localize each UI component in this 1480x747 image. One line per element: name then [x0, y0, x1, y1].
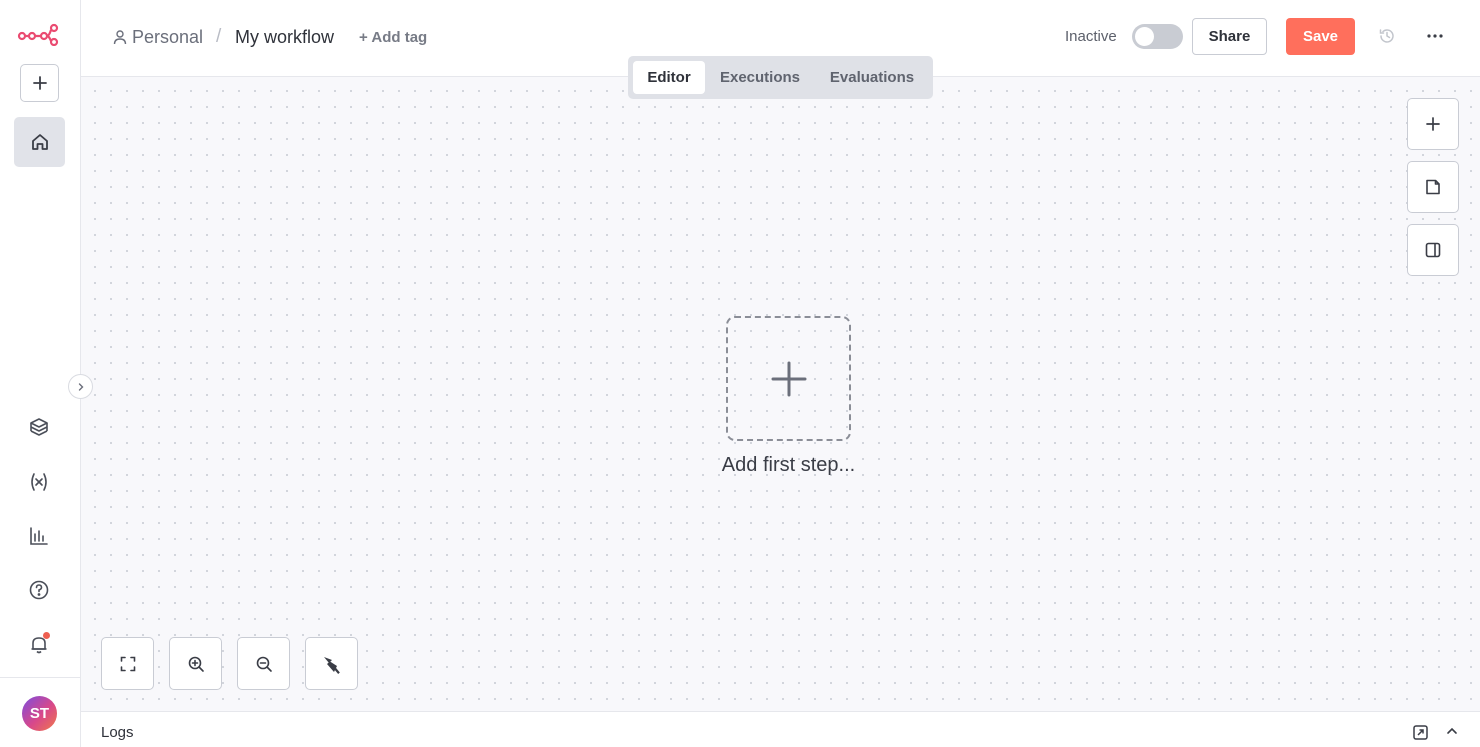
- toggle-side-panel-button[interactable]: [1407, 224, 1459, 276]
- open-nodes-panel-button[interactable]: [1407, 98, 1459, 150]
- save-button[interactable]: Save: [1286, 18, 1355, 55]
- add-tag-button[interactable]: + Add tag: [359, 29, 427, 46]
- sidebar: ST: [0, 0, 81, 747]
- sidebar-item-home[interactable]: [14, 117, 65, 167]
- chevron-right-icon: [76, 382, 86, 392]
- tab-evaluations[interactable]: Evaluations: [818, 61, 926, 94]
- sidebar-collapse-button[interactable]: [68, 374, 93, 399]
- add-first-step-button[interactable]: [726, 316, 851, 441]
- n8n-logo-icon[interactable]: [17, 22, 59, 46]
- notification-badge: [43, 632, 50, 639]
- sidebar-item-help[interactable]: [27, 578, 51, 602]
- logs-label: Logs: [101, 724, 134, 741]
- person-icon: [112, 29, 128, 45]
- avatar[interactable]: ST: [22, 696, 57, 731]
- active-toggle[interactable]: [1132, 24, 1183, 49]
- workflow-canvas[interactable]: Add first step...: [81, 77, 1480, 711]
- plus-icon: [770, 360, 808, 398]
- cube-stack-icon: [28, 416, 50, 438]
- share-button[interactable]: Share: [1192, 18, 1267, 55]
- zoom-in-button[interactable]: [169, 637, 222, 690]
- sidebar-item-templates[interactable]: [27, 415, 51, 439]
- avatar-initials: ST: [29, 705, 50, 722]
- zoom-out-button[interactable]: [237, 637, 290, 690]
- share-button-label: Share: [1208, 28, 1251, 45]
- zoom-in-icon: [187, 655, 205, 673]
- fit-view-button[interactable]: [101, 637, 154, 690]
- sidebar-item-notifications[interactable]: [27, 632, 51, 656]
- plus-icon: [1425, 116, 1441, 132]
- help-circle-icon: [28, 579, 50, 601]
- tidy-up-button[interactable]: [305, 637, 358, 690]
- tab-executions[interactable]: Executions: [710, 61, 810, 94]
- add-sticky-note-button[interactable]: [1407, 161, 1459, 213]
- bar-chart-icon: [28, 525, 50, 547]
- fit-view-icon: [119, 655, 137, 673]
- home-icon: [30, 132, 50, 152]
- breadcrumb-project[interactable]: Personal: [132, 27, 203, 48]
- workflow-status-label: Inactive: [1065, 28, 1117, 45]
- more-options-icon[interactable]: [1425, 27, 1445, 45]
- plus-icon: [32, 75, 48, 91]
- zoom-out-icon: [255, 655, 273, 673]
- create-button[interactable]: [20, 64, 59, 102]
- sticky-note-icon: [1424, 178, 1442, 196]
- history-icon[interactable]: [1378, 27, 1396, 45]
- add-first-step-label: Add first step...: [721, 454, 856, 476]
- workflow-name[interactable]: My workflow: [235, 27, 334, 48]
- chevron-up-icon[interactable]: [1445, 724, 1459, 738]
- tab-editor[interactable]: Editor: [633, 61, 705, 94]
- panel-icon: [1424, 241, 1442, 259]
- tidy-up-icon: [321, 653, 343, 675]
- save-button-label: Save: [1302, 28, 1339, 45]
- breadcrumb-separator: /: [216, 26, 222, 47]
- popout-icon[interactable]: [1412, 724, 1429, 741]
- variables-icon: [28, 471, 50, 493]
- divider: [0, 677, 81, 678]
- sidebar-item-variables[interactable]: [27, 470, 51, 494]
- view-tabs: Editor Executions Evaluations: [628, 56, 933, 99]
- logs-panel-bar[interactable]: Logs: [81, 711, 1480, 747]
- sidebar-item-insights[interactable]: [27, 524, 51, 548]
- toggle-knob: [1135, 27, 1154, 46]
